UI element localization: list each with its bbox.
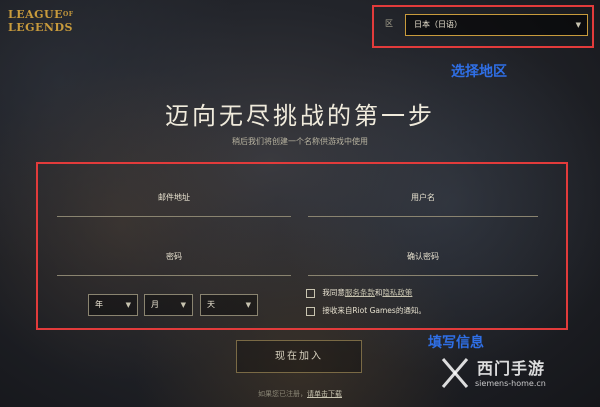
- download-link[interactable]: 请单击下载: [307, 390, 342, 398]
- region-selected-value: 日本（日语）: [414, 20, 462, 29]
- league-of-legends-logo: LEAGUEOF LEGENDS: [8, 8, 74, 34]
- birth-year-select[interactable]: 年 ▼: [88, 294, 138, 316]
- privacy-policy-link[interactable]: 隐私政策: [382, 288, 412, 297]
- password-label: 密码: [166, 252, 182, 261]
- region-label: 区: [385, 19, 393, 28]
- watermark: 西门手游 siemens-home.cn: [441, 353, 591, 403]
- password-field[interactable]: 密码: [57, 251, 291, 276]
- terms-of-service-link[interactable]: 服务条款: [345, 288, 375, 297]
- watermark-url: siemens-home.cn: [475, 379, 546, 388]
- annotation-select-region: 选择地区: [451, 64, 507, 80]
- birth-month-select[interactable]: 月 ▼: [144, 294, 193, 316]
- birth-month-label: 月: [151, 300, 159, 309]
- annotation-fill-info: 填写信息: [428, 335, 484, 351]
- terms-prefix: 我同意: [322, 288, 345, 297]
- email-label: 邮件地址: [158, 193, 190, 202]
- page-title: 迈向无尽挑战的第一步: [165, 102, 435, 130]
- terms-checkbox[interactable]: [306, 288, 315, 298]
- username-label: 用户名: [411, 193, 435, 202]
- region-select[interactable]: 日本（日语） ▼: [405, 14, 588, 36]
- page-subtitle: 稍后我们将创建一个名称供游戏中使用: [232, 137, 368, 146]
- birth-year-label: 年: [95, 300, 103, 309]
- username-field[interactable]: 用户名: [308, 192, 538, 217]
- chevron-down-icon: ▼: [180, 301, 186, 309]
- newsletter-checkbox[interactable]: [306, 306, 315, 316]
- email-field[interactable]: 邮件地址: [57, 192, 291, 217]
- confirm-password-label: 确认密码: [407, 252, 439, 261]
- terms-row: 我同意服务条款和隐私政策: [306, 288, 412, 300]
- birth-day-select[interactable]: 天 ▼: [200, 294, 258, 316]
- chevron-down-icon: ▼: [245, 301, 251, 309]
- chevron-down-icon: ▼: [125, 301, 131, 309]
- newsletter-label: 接收来自Riot Games的通知。: [322, 306, 426, 315]
- newsletter-row: 接收来自Riot Games的通知。: [306, 306, 426, 318]
- chevron-down-icon: ▼: [575, 21, 581, 29]
- watermark-name: 西门手游: [477, 359, 546, 378]
- confirm-password-field[interactable]: 确认密码: [308, 251, 538, 276]
- join-now-button[interactable]: 现在加入: [236, 340, 362, 373]
- birth-day-label: 天: [207, 300, 215, 309]
- footer-text: 如果您已注册，: [258, 390, 307, 398]
- watermark-logo-icon: [441, 358, 469, 388]
